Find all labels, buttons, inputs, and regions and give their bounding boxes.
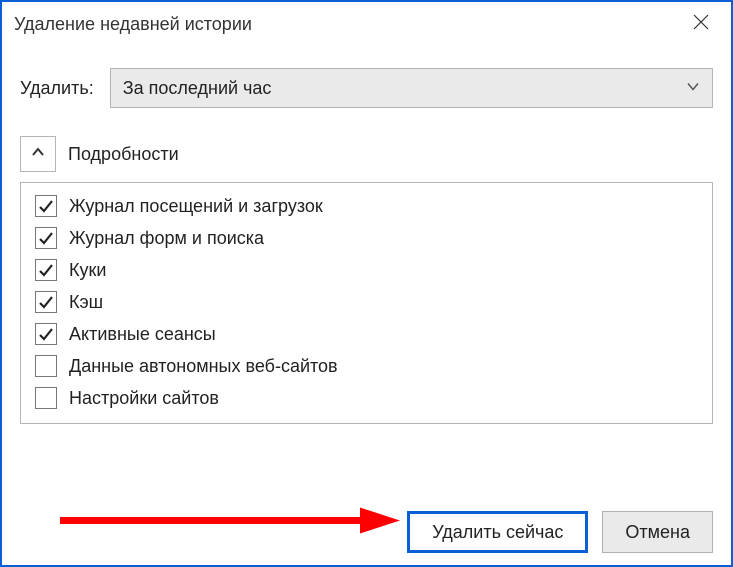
close-icon [692, 13, 710, 36]
button-label: Удалить сейчас [432, 522, 563, 543]
details-header: Подробности [20, 136, 713, 172]
close-button[interactable] [679, 4, 723, 44]
chevron-up-icon [31, 145, 45, 164]
checkbox-site-settings[interactable]: Настройки сайтов [35, 387, 698, 409]
checkbox-cache[interactable]: Кэш [35, 291, 698, 313]
checkbox-icon [35, 291, 57, 313]
cancel-button[interactable]: Отмена [602, 511, 713, 553]
dialog-content: Удалить: За последний час Подробности Жу… [2, 46, 731, 565]
checkbox-label: Кэш [69, 292, 103, 313]
checkbox-browsing-download-history[interactable]: Журнал посещений и загрузок [35, 195, 698, 217]
details-label: Подробности [68, 144, 179, 165]
delete-now-button[interactable]: Удалить сейчас [407, 511, 588, 553]
checkbox-icon [35, 387, 57, 409]
details-toggle-button[interactable] [20, 136, 56, 172]
button-label: Отмена [625, 522, 690, 543]
titlebar: Удаление недавней истории [2, 2, 731, 46]
annotation-arrow-icon [60, 506, 400, 541]
checkbox-form-search-history[interactable]: Журнал форм и поиска [35, 227, 698, 249]
time-range-value: За последний час [123, 78, 272, 99]
checkbox-offline-data[interactable]: Данные автономных веб-сайтов [35, 355, 698, 377]
time-range-select[interactable]: За последний час [110, 68, 713, 108]
details-list: Журнал посещений и загрузок Журнал форм … [20, 182, 713, 424]
checkbox-label: Журнал посещений и загрузок [69, 196, 323, 217]
dialog-footer: Удалить сейчас Отмена [20, 493, 713, 553]
checkbox-icon [35, 323, 57, 345]
checkbox-active-logins[interactable]: Активные сеансы [35, 323, 698, 345]
checkbox-label: Настройки сайтов [69, 388, 219, 409]
checkbox-icon [35, 195, 57, 217]
dialog-window: Удаление недавней истории Удалить: За по… [0, 0, 733, 567]
checkbox-label: Журнал форм и поиска [69, 228, 264, 249]
checkbox-label: Активные сеансы [69, 324, 216, 345]
chevron-down-icon [686, 78, 700, 99]
checkbox-icon [35, 355, 57, 377]
window-title: Удаление недавней истории [14, 14, 679, 35]
checkbox-icon [35, 227, 57, 249]
checkbox-label: Куки [69, 260, 106, 281]
checkbox-icon [35, 259, 57, 281]
checkbox-cookies[interactable]: Куки [35, 259, 698, 281]
time-range-row: Удалить: За последний час [20, 68, 713, 108]
checkbox-label: Данные автономных веб-сайтов [69, 356, 338, 377]
time-range-label: Удалить: [20, 78, 94, 99]
